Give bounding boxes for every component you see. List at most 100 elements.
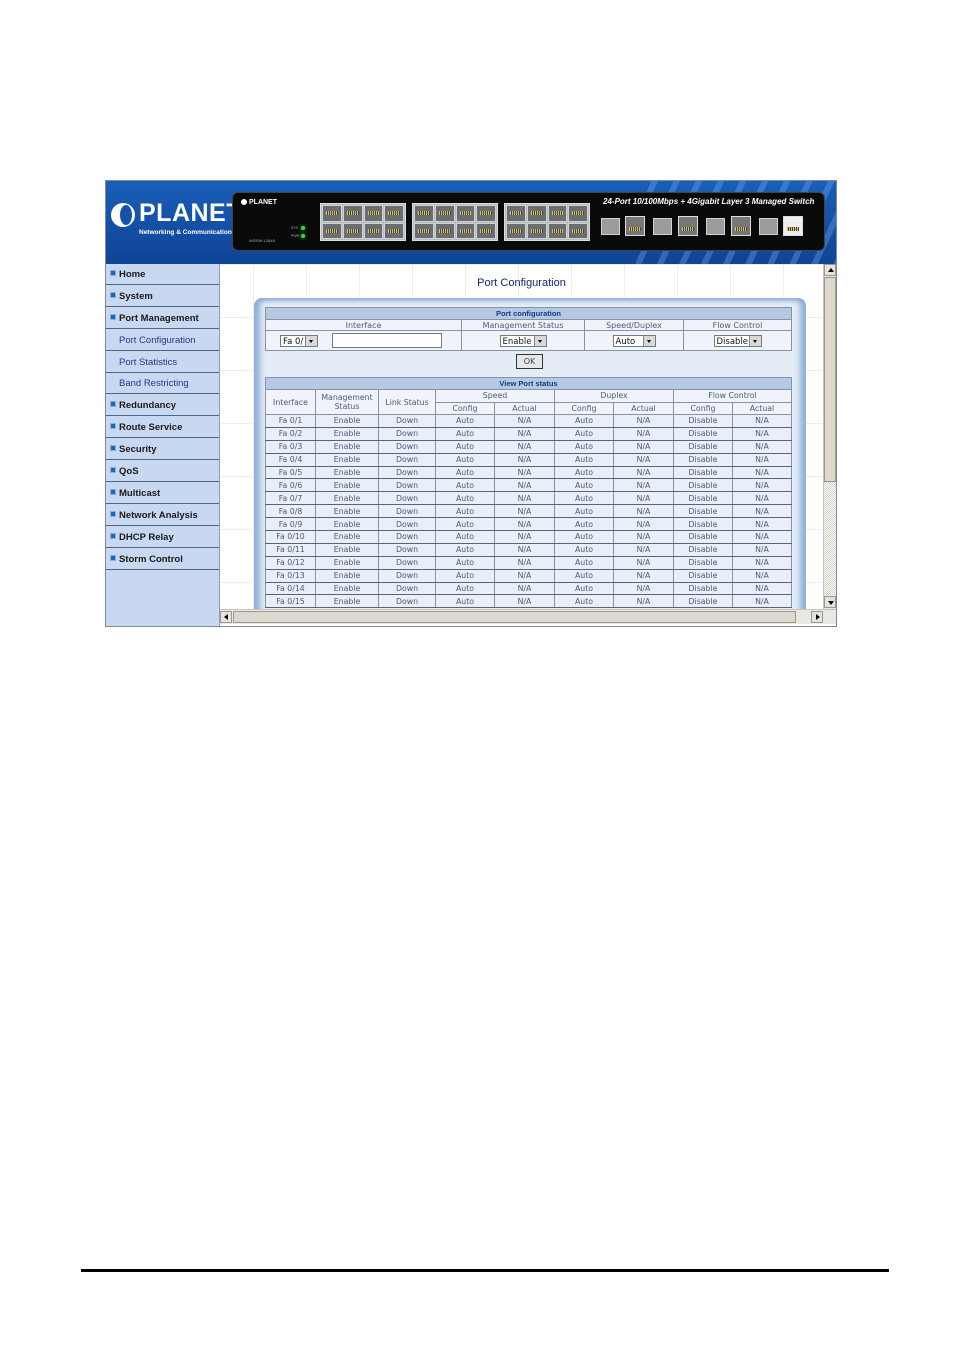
pwr-led-icon	[301, 234, 305, 238]
interface-select[interactable]: Fa 0/	[280, 334, 318, 347]
cell-duplex-actual: N/A	[613, 465, 674, 480]
brand-name: PLANET	[139, 199, 242, 227]
vertical-scroll-track[interactable]	[824, 482, 836, 595]
cell-interface: Fa 0/15	[265, 594, 316, 609]
device-logo: PLANET	[241, 199, 277, 206]
speed-duplex-value: Auto	[615, 336, 636, 347]
sidebar-item-network-analysis[interactable]: Network Analysis	[106, 505, 219, 526]
cell-flow-config: Disable	[673, 452, 733, 467]
sidebar-item-label: Multicast	[119, 487, 161, 499]
cell-flow-actual: N/A	[732, 414, 792, 428]
cell-interface: Fa 0/9	[265, 517, 316, 532]
sidebar-item-route-service[interactable]: Route Service	[106, 417, 219, 438]
cell-duplex-actual: N/A	[613, 594, 674, 609]
cell-flow-config: Disable	[673, 594, 733, 609]
cell-management-status: Enable	[315, 555, 379, 570]
cell-link-status: Down	[378, 555, 436, 570]
chevron-down-icon[interactable]	[748, 335, 761, 346]
cell-flow-actual: N/A	[732, 568, 792, 583]
table-row: Fa 0/5 Enable Down Auto N/A Auto N/A Disable N/A	[265, 465, 792, 480]
sidebar-item-home[interactable]: Home	[106, 264, 219, 285]
sidebar-item-label: System	[119, 291, 153, 302]
ok-button[interactable]: OK	[516, 354, 543, 369]
cell-duplex-config: Auto	[554, 504, 614, 519]
horizontal-scrollbar[interactable]	[220, 609, 836, 624]
sidebar-item-storm-control[interactable]: Storm Control	[106, 549, 219, 570]
sidebar-item-label: Port Configuration	[119, 335, 196, 346]
vertical-scroll-thumb[interactable]	[824, 277, 836, 482]
cell-flow-actual: N/A	[732, 491, 792, 506]
cell-speed-config: Auto	[435, 555, 495, 570]
interface-input[interactable]	[332, 333, 442, 348]
table-row: Fa 0/8 Enable Down Auto N/A Auto N/A Disable N/A	[265, 504, 792, 519]
cell-management-status: Enable	[315, 465, 379, 480]
cell-speed-actual: N/A	[494, 568, 555, 583]
cell-duplex-actual: N/A	[613, 530, 674, 544]
sidebar-item-multicast[interactable]: Multicast	[106, 483, 219, 504]
port-block-1-8	[320, 203, 406, 241]
cell-flow-config: Disable	[673, 581, 733, 596]
cell-flow-config: Disable	[673, 517, 733, 532]
sidebar-item-dhcp-relay[interactable]: DHCP Relay	[106, 527, 219, 548]
management-status-select[interactable]: Enable	[499, 334, 547, 347]
content-frame: Port Configuration Port configuration In…	[220, 264, 823, 609]
col-header-interface: Interface	[265, 319, 462, 331]
device-model: WGSW-L2648	[249, 238, 275, 243]
table-row: Fa 0/11 Enable Down Auto N/A Auto N/A Disable N/…	[265, 542, 792, 557]
sfp-port-icon	[759, 218, 778, 235]
table-row: Fa 0/12 Enable Down Auto N/A Auto N/A Disable N/…	[265, 555, 792, 570]
col-header-flow-config: Config	[673, 401, 733, 415]
cell-speed-config: Auto	[435, 568, 495, 583]
square-bullet-icon	[110, 444, 116, 451]
sidebar-item-band-restricting[interactable]: Band Restricting	[106, 373, 219, 394]
section-title-port-configuration: Port configuration	[265, 307, 792, 320]
cell-duplex-actual: N/A	[613, 568, 674, 583]
cell-management-status: Enable	[315, 452, 379, 467]
arrow-left-icon[interactable]	[220, 611, 232, 623]
cell-speed-config: Auto	[435, 478, 495, 493]
cell-link-status: Down	[378, 568, 436, 583]
cell-speed-actual: N/A	[494, 530, 555, 544]
sidebar-item-redundancy[interactable]: Redundancy	[106, 395, 219, 416]
cell-link-status: Down	[378, 517, 436, 532]
square-bullet-icon	[110, 314, 116, 321]
cell-link-status: Down	[378, 426, 436, 441]
chevron-down-icon[interactable]	[305, 335, 317, 346]
cell-management-status: Enable	[315, 581, 379, 596]
port-block-17-24	[504, 203, 590, 241]
horizontal-scroll-thumb[interactable]	[233, 611, 796, 623]
cell-duplex-actual: N/A	[613, 478, 674, 493]
section-title-view-port-status: View Port status	[265, 377, 792, 390]
cell-interface: Fa 0/8	[265, 504, 316, 519]
arrow-up-icon[interactable]	[824, 264, 836, 276]
cell-interface: Fa 0/10	[265, 530, 316, 544]
cell-management-status: Enable	[315, 517, 379, 532]
cell-duplex-config: Auto	[554, 581, 614, 596]
cell-speed-actual: N/A	[494, 594, 555, 609]
cell-duplex-config: Auto	[554, 478, 614, 493]
arrow-right-icon[interactable]	[811, 611, 823, 623]
cell-flow-config: Disable	[673, 478, 733, 493]
vertical-scrollbar[interactable]	[823, 264, 836, 609]
cell-duplex-config: Auto	[554, 452, 614, 467]
header-banner: PLANET Networking & Communication PLANET…	[106, 181, 836, 264]
chevron-down-icon[interactable]	[642, 335, 655, 346]
sidebar-item-label: QoS	[119, 465, 139, 477]
sidebar-item-port-configuration[interactable]: Port Configuration	[106, 330, 219, 351]
flow-control-select[interactable]: Disable	[713, 334, 762, 347]
speed-duplex-select[interactable]: Auto	[612, 334, 656, 347]
cell-management-status: Enable	[315, 504, 379, 519]
sidebar-item-port-management[interactable]: Port Management	[106, 308, 219, 329]
col-header-interface: Interface	[265, 389, 316, 415]
arrow-down-icon[interactable]	[824, 596, 836, 608]
square-bullet-icon	[110, 466, 116, 473]
sidebar-item-system[interactable]: System	[106, 286, 219, 307]
cell-flow-actual: N/A	[732, 594, 792, 609]
chevron-down-icon[interactable]	[533, 335, 546, 346]
cell-duplex-config: Auto	[554, 530, 614, 544]
cell-flow-actual: N/A	[732, 581, 792, 596]
sidebar-item-port-statistics[interactable]: Port Statistics	[106, 352, 219, 373]
sidebar-item-security[interactable]: Security	[106, 439, 219, 460]
sidebar-item-qos[interactable]: QoS	[106, 461, 219, 482]
management-status-value: Enable	[502, 336, 532, 347]
